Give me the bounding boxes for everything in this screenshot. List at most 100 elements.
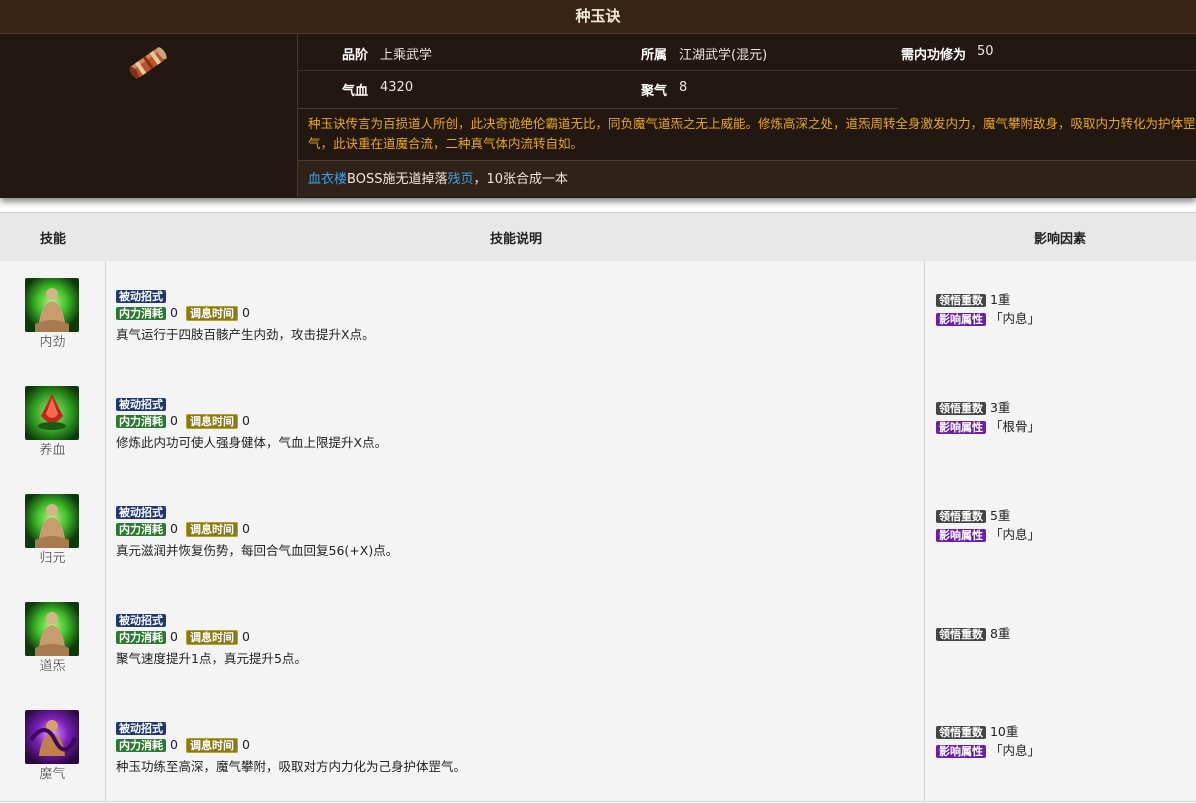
drop-combine-text: ，10张合成一本 bbox=[473, 172, 569, 187]
cost-value: 0 bbox=[170, 305, 178, 320]
skill-description-cell: 被动招式 内力消耗 0 调息时间 0 种玉功练至高深，魔气攀附，吸取对方内力化为己身护体罡… bbox=[106, 693, 925, 801]
cooldown-tag: 调息时间 bbox=[185, 522, 238, 537]
col-skill-header: 技能 bbox=[40, 232, 67, 247]
cooldown-value: 0 bbox=[241, 629, 250, 644]
table-row: 内劲 被动招式 内力消耗 0 调息时间 0 真气运行于四肢百骸产生内劲，攻击提升X点。 领悟重… bbox=[0, 261, 1196, 370]
cooldown-value: 0 bbox=[241, 413, 250, 428]
tier-value: 10重 bbox=[989, 724, 1019, 739]
cost-value: 0 bbox=[170, 629, 178, 644]
skill-factor-cell: 领悟重数 1重 影响属性 「内息」 bbox=[925, 261, 1196, 369]
skill-effect-text: 聚气速度提升1点，真元提升5点。 bbox=[116, 651, 307, 666]
table-row: 养血 被动招式 内力消耗 0 调息时间 0 修炼此内功可使人强身健体，气血上限提升X点。 领悟… bbox=[0, 369, 1196, 478]
cost-tag: 内力消耗 bbox=[116, 415, 166, 428]
skill-factor-cell: 领悟重数 5重 影响属性 「内息」 bbox=[925, 477, 1196, 585]
skill-name: 魔气 bbox=[39, 767, 66, 782]
passive-tag: 被动招式 bbox=[116, 398, 166, 411]
skill-factor-cell: 领悟重数 8重 bbox=[925, 585, 1196, 693]
item-info-panel: 品阶 上乘武学 所属 江湖武学(混元) 需内功修为 50 气血 4320 聚气 … bbox=[297, 34, 1196, 197]
skill-name: 养血 bbox=[39, 443, 66, 458]
purple-aura-meditate-icon bbox=[25, 710, 79, 764]
skill-description-cell: 被动招式 内力消耗 0 调息时间 0 修炼此内功可使人强身健体，气血上限提升X点。 bbox=[106, 369, 925, 477]
blood-drop-icon bbox=[25, 386, 79, 440]
cost-value: 0 bbox=[170, 521, 178, 536]
info-row-stats: 气血 4320 聚气 8 bbox=[298, 70, 1196, 106]
attr-value: 「内息」 bbox=[989, 527, 1040, 542]
cost-value: 0 bbox=[170, 737, 178, 752]
cost-tag: 内力消耗 bbox=[116, 739, 166, 752]
skill-cell: 养血 bbox=[0, 369, 106, 477]
cooldown-tag: 调息时间 bbox=[185, 738, 238, 753]
attr-tag: 影响属性 bbox=[936, 313, 986, 326]
skill-description-cell: 被动招式 内力消耗 0 调息时间 0 真元滋润并恢复伤势，每回合气血回复56(+X)点。 bbox=[106, 477, 925, 585]
belong-label: 所属 bbox=[641, 48, 668, 63]
skill-cell: 魔气 bbox=[0, 693, 106, 801]
skill-effect-text: 修炼此内功可使人强身健体，气血上限提升X点。 bbox=[116, 435, 388, 450]
cooldown-value: 0 bbox=[241, 737, 250, 752]
tier-value: 1重 bbox=[989, 292, 1011, 307]
skills-table-header: 技能 技能说明 影响因素 bbox=[0, 212, 1196, 262]
attr-tag: 影响属性 bbox=[936, 529, 986, 542]
table-row: 道炁 被动招式 内力消耗 0 调息时间 0 聚气速度提升1点，真元提升5点。 领悟重数 8重 bbox=[0, 585, 1196, 694]
attr-value: 「内息」 bbox=[989, 743, 1040, 758]
col-desc-header: 技能说明 bbox=[490, 232, 543, 247]
skill-description-cell: 被动招式 内力消耗 0 调息时间 0 聚气速度提升1点，真元提升5点。 bbox=[106, 585, 925, 693]
cost-tag: 内力消耗 bbox=[116, 631, 166, 644]
item-title: 种玉诀 bbox=[0, 0, 1196, 34]
passive-tag: 被动招式 bbox=[116, 614, 166, 627]
skill-factor-cell: 领悟重数 10重 影响属性 「内息」 bbox=[925, 693, 1196, 801]
hp-label: 气血 bbox=[342, 84, 369, 99]
grade-label: 品阶 bbox=[342, 48, 369, 63]
cooldown-tag: 调息时间 bbox=[185, 306, 238, 321]
passive-tag: 被动招式 bbox=[116, 290, 166, 303]
skill-cell: 归元 bbox=[0, 477, 106, 585]
item-description: 种玉诀传言为百损道人所创，此决奇诡绝伦霸道无比，同负魔气道炁之无上威能。修炼高深… bbox=[298, 108, 1196, 159]
attr-value: 「根骨」 bbox=[989, 419, 1040, 434]
cost-tag: 内力消耗 bbox=[116, 523, 166, 536]
table-row: 归元 被动招式 内力消耗 0 调息时间 0 真元滋润并恢复伤势，每回合气血回复56(+X)点… bbox=[0, 477, 1196, 586]
tier-tag: 领悟重数 bbox=[936, 726, 986, 739]
requirement-label: 需内功修为 bbox=[901, 48, 967, 63]
item-header: 种玉诀 品阶 上乘武学 所属 江湖武学(混元) 需内功修为 50 气血 4320… bbox=[0, 0, 1196, 198]
skill-description-cell: 被动招式 内力消耗 0 调息时间 0 真气运行于四肢百骸产生内劲，攻击提升X点。 bbox=[106, 261, 925, 369]
tier-tag: 领悟重数 bbox=[936, 628, 986, 641]
cooldown-tag: 调息时间 bbox=[185, 630, 238, 645]
hp-value: 4320 bbox=[380, 80, 414, 95]
passive-tag: 被动招式 bbox=[116, 506, 166, 519]
cost-value: 0 bbox=[170, 413, 178, 428]
skill-effect-text: 真气运行于四肢百骸产生内劲，攻击提升X点。 bbox=[116, 327, 375, 342]
skill-effect-text: 种玉功练至高深，魔气攀附，吸取对方内力化为己身护体罡气。 bbox=[116, 759, 467, 774]
tier-tag: 领悟重数 bbox=[936, 294, 986, 307]
green-aura-meditate-icon bbox=[25, 494, 79, 548]
green-aura-meditate-icon bbox=[25, 278, 79, 332]
cooldown-tag: 调息时间 bbox=[185, 414, 238, 429]
drop-page-link[interactable]: 残页 bbox=[447, 172, 473, 187]
info-row-grade: 品阶 上乘武学 所属 江湖武学(混元) 需内功修为 50 bbox=[298, 34, 1196, 71]
qi-label: 聚气 bbox=[641, 84, 668, 99]
skill-effect-text: 真元滋润并恢复伤势，每回合气血回复56(+X)点。 bbox=[116, 543, 399, 558]
drop-source: 血衣楼BOSS施无道掉落残页，10张合成一本 bbox=[298, 160, 1196, 197]
skill-cell: 内劲 bbox=[0, 261, 106, 369]
cost-tag: 内力消耗 bbox=[116, 307, 166, 320]
skill-name: 内劲 bbox=[39, 335, 66, 350]
skill-cell: 道炁 bbox=[0, 585, 106, 693]
qi-value: 8 bbox=[679, 80, 688, 95]
skill-name: 归元 bbox=[39, 551, 66, 566]
tier-value: 3重 bbox=[989, 400, 1011, 415]
table-row: 魔气 被动招式 内力消耗 0 调息时间 0 种玉功练至高深，魔气攀附，吸取对方内力化为己身护… bbox=[0, 693, 1196, 802]
requirement-value: 50 bbox=[977, 44, 994, 59]
tier-tag: 领悟重数 bbox=[936, 510, 986, 523]
attr-tag: 影响属性 bbox=[936, 745, 986, 758]
col-effect-header: 影响因素 bbox=[1034, 232, 1087, 247]
drop-boss-text: BOSS施无道掉落 bbox=[347, 172, 448, 187]
tier-value: 8重 bbox=[989, 626, 1011, 641]
skill-factor-cell: 领悟重数 3重 影响属性 「根骨」 bbox=[925, 369, 1196, 477]
green-aura-meditate-icon bbox=[25, 602, 79, 656]
attr-tag: 影响属性 bbox=[936, 421, 986, 434]
passive-tag: 被动招式 bbox=[116, 722, 166, 735]
tier-tag: 领悟重数 bbox=[936, 402, 986, 415]
skill-name: 道炁 bbox=[39, 659, 66, 674]
scroll-icon bbox=[123, 40, 173, 86]
drop-location-link[interactable]: 血衣楼 bbox=[308, 172, 347, 187]
attr-value: 「内息」 bbox=[989, 311, 1040, 326]
grade-value: 上乘武学 bbox=[380, 48, 433, 63]
